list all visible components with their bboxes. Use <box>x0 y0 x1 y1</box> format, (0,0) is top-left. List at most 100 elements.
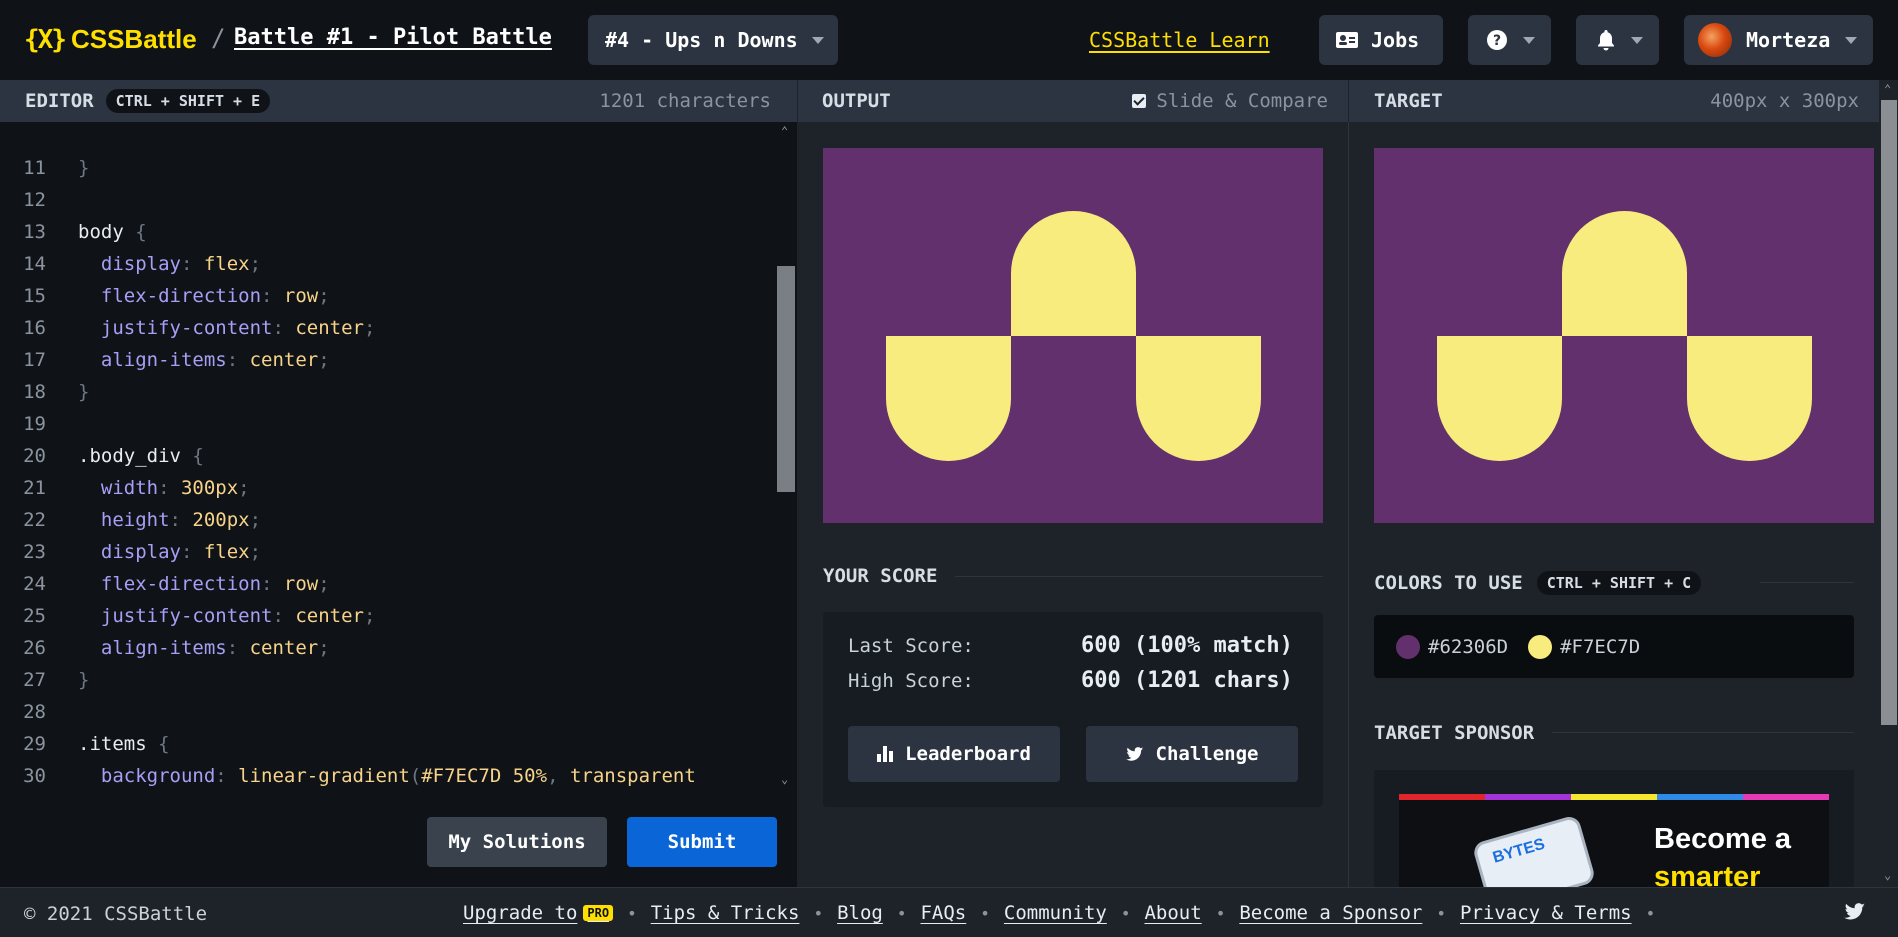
footer-link-tips[interactable]: Tips & Tricks <box>651 902 800 924</box>
code-token: justify-content <box>78 317 273 339</box>
sponsor-ad[interactable]: BYTES Become a smarter <box>1374 770 1854 887</box>
jobs-button[interactable]: Jobs <box>1319 15 1443 65</box>
high-score-label: High Score: <box>848 670 974 692</box>
code-token: .body_div <box>78 445 193 467</box>
code-token: center <box>295 605 364 627</box>
notifications-button[interactable] <box>1576 15 1659 65</box>
color-swatch[interactable]: #62306D <box>1396 634 1508 659</box>
footer-link-about[interactable]: About <box>1144 902 1201 924</box>
code-line[interactable]: 22 height: 200px; <box>0 504 770 536</box>
slide-compare-checkbox[interactable] <box>1132 94 1147 108</box>
code-token: row <box>283 285 319 307</box>
page-scroll-thumb[interactable] <box>1881 100 1897 725</box>
code-token: height <box>78 509 170 531</box>
code-line[interactable]: 26 align-items: center; <box>0 632 770 664</box>
footer-link-sponsor[interactable]: Become a Sponsor <box>1239 902 1422 924</box>
cssbattle-logo[interactable]: {X} CSSBattle <box>24 24 197 55</box>
footer-link-blog[interactable]: Blog <box>837 902 883 924</box>
output-title: OUTPUT <box>822 90 891 112</box>
divider <box>1552 732 1854 733</box>
editor-scroll-thumb[interactable] <box>777 266 795 492</box>
code-line[interactable]: 21 width: 300px; <box>0 472 770 504</box>
scroll-down-arrow-icon[interactable]: ⌄ <box>781 772 788 786</box>
sponsor-headline-line2: smarter <box>1654 861 1761 887</box>
upgrade-link[interactable]: Upgrade to PRO <box>463 902 614 924</box>
code-line[interactable]: 28 <box>0 696 770 728</box>
score-panel: Last Score: 600 (100% match) High Score:… <box>823 612 1323 807</box>
code-token: row <box>283 573 319 595</box>
code-line[interactable]: 19 <box>0 408 770 440</box>
challenge-button[interactable]: Challenge <box>1086 726 1298 782</box>
line-number: 11 <box>23 157 46 179</box>
code-line[interactable]: 30 background: linear-gradient(#F7EC7D 5… <box>0 760 770 792</box>
footer-link-community[interactable]: Community <box>1004 902 1107 924</box>
code-token: flex-direction <box>78 285 262 307</box>
code-token: flex <box>203 253 250 275</box>
last-score-label: Last Score: <box>848 635 974 657</box>
code-token: width <box>78 477 159 499</box>
code-editor[interactable]: 11} 12 13 body {14 display: flex; 15 flex-di… <box>0 122 797 887</box>
editor-shortcut-badge: CTRL + SHIFT + E <box>105 89 271 113</box>
code-lines[interactable]: 11} 12 13 body {14 display: flex; 15 flex-di… <box>0 152 770 792</box>
code-token: display <box>78 253 181 275</box>
footer-link-privacy[interactable]: Privacy & Terms <box>1460 902 1632 924</box>
code-line[interactable]: 13 body { <box>0 216 770 248</box>
line-number: 13 <box>23 221 46 243</box>
colors-title-text: COLORS TO USE <box>1374 572 1523 594</box>
line-number: 19 <box>23 413 46 435</box>
user-menu-button[interactable]: Morteza <box>1684 15 1873 65</box>
target-select[interactable]: #4 - Ups n Downs <box>588 15 838 65</box>
twitter-icon[interactable] <box>1844 903 1866 921</box>
code-token: : <box>215 765 239 787</box>
code-line[interactable]: 15 flex-direction: row; <box>0 280 770 312</box>
code-line[interactable]: 17 align-items: center; <box>0 344 770 376</box>
code-line[interactable]: 12 <box>0 184 770 216</box>
scroll-up-arrow-icon[interactable]: ⌃ <box>1884 82 1891 96</box>
code-token: center <box>249 349 319 371</box>
svg-text:?: ? <box>1493 33 1501 49</box>
code-token: .items <box>78 733 159 755</box>
code-token: } <box>78 157 90 179</box>
code-text: width: 300px; <box>46 472 250 504</box>
scroll-up-arrow-icon[interactable]: ⌃ <box>781 124 788 138</box>
code-line[interactable]: 24 flex-direction: row; <box>0 568 770 600</box>
code-token: : <box>180 253 204 275</box>
line-number: 28 <box>23 701 46 723</box>
user-name: Morteza <box>1746 28 1831 52</box>
color-swatch[interactable]: #F7EC7D <box>1528 634 1640 659</box>
middle-half-circle <box>1562 211 1687 336</box>
code-line[interactable]: 27} <box>0 664 770 696</box>
help-menu-button[interactable]: ? <box>1468 15 1551 65</box>
divider <box>1760 582 1854 583</box>
score-title: YOUR SCORE <box>823 565 938 587</box>
stripe-segment <box>1657 794 1743 800</box>
code-text: flex-direction: row; <box>46 568 330 600</box>
code-line[interactable]: 11} <box>0 152 770 184</box>
code-line[interactable]: 18} <box>0 376 770 408</box>
code-line[interactable]: 14 display: flex; <box>0 248 770 280</box>
slide-compare-toggle[interactable]: Slide & Compare <box>1132 90 1328 112</box>
code-text: display: flex; <box>46 248 261 280</box>
last-score-row: Last Score: 600 (100% match) <box>848 633 1293 658</box>
code-line[interactable]: 20 .body_div { <box>0 440 770 472</box>
sponsor-banner[interactable]: BYTES Become a smarter <box>1399 800 1829 887</box>
code-token: #F7EC7D 50% <box>421 765 548 787</box>
panel-divider <box>1348 122 1349 887</box>
separator-dot: • <box>813 903 824 923</box>
learn-link[interactable]: CSSBattle Learn <box>1089 28 1270 52</box>
code-text: display: flex; <box>46 536 261 568</box>
code-text: justify-content: center; <box>46 600 376 632</box>
my-solutions-button[interactable]: My Solutions <box>427 817 607 867</box>
footer-link-faqs[interactable]: FAQs <box>920 902 966 924</box>
leaderboard-button[interactable]: Leaderboard <box>848 726 1060 782</box>
output-preview[interactable] <box>823 148 1323 523</box>
code-line[interactable]: 25 justify-content: center; <box>0 600 770 632</box>
battle-title-link[interactable]: Battle #1 - Pilot Battle <box>234 25 552 50</box>
scroll-down-arrow-icon[interactable]: ⌄ <box>1884 868 1891 882</box>
code-line[interactable]: 23 display: flex; <box>0 536 770 568</box>
target-dimensions: 400px x 300px <box>1710 90 1859 112</box>
stripe-segment <box>1743 794 1829 800</box>
code-line[interactable]: 16 justify-content: center; <box>0 312 770 344</box>
code-line[interactable]: 29 .items { <box>0 728 770 760</box>
submit-button[interactable]: Submit <box>627 817 777 867</box>
